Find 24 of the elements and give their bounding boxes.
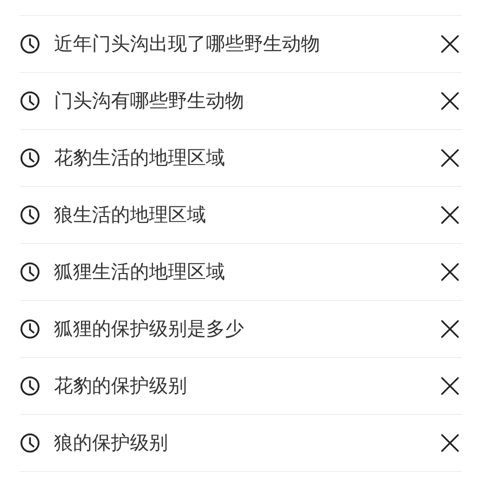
search-history-item[interactable]: 花豹的保护级别 [54, 373, 441, 399]
close-icon[interactable] [441, 149, 459, 167]
search-history-item[interactable]: 花豹生活的地理区域 [54, 145, 441, 171]
close-icon[interactable] [441, 35, 459, 53]
close-icon[interactable] [441, 206, 459, 224]
close-icon[interactable] [441, 377, 459, 395]
search-history-item[interactable]: 狼的保护级别 [54, 430, 441, 456]
clock-icon [20, 262, 40, 282]
close-icon[interactable] [441, 263, 459, 281]
search-history-item[interactable]: 近年门头沟出现了哪些野生动物 [54, 31, 441, 57]
clock-icon [20, 376, 40, 396]
clock-icon [20, 148, 40, 168]
clock-icon [20, 205, 40, 225]
close-icon[interactable] [441, 434, 459, 452]
search-history-item[interactable]: 狐狸的保护级别是多少 [54, 316, 441, 342]
clock-icon [20, 34, 40, 54]
close-icon[interactable] [441, 92, 459, 110]
search-history-item[interactable]: 狼生活的地理区域 [54, 202, 441, 228]
clock-icon [20, 91, 40, 111]
search-history-item[interactable]: 门头沟有哪些野生动物 [54, 88, 441, 114]
clock-icon [20, 319, 40, 339]
close-icon[interactable] [441, 320, 459, 338]
search-history-item[interactable]: 狐狸生活的地理区域 [54, 259, 441, 285]
clock-icon [20, 433, 40, 453]
